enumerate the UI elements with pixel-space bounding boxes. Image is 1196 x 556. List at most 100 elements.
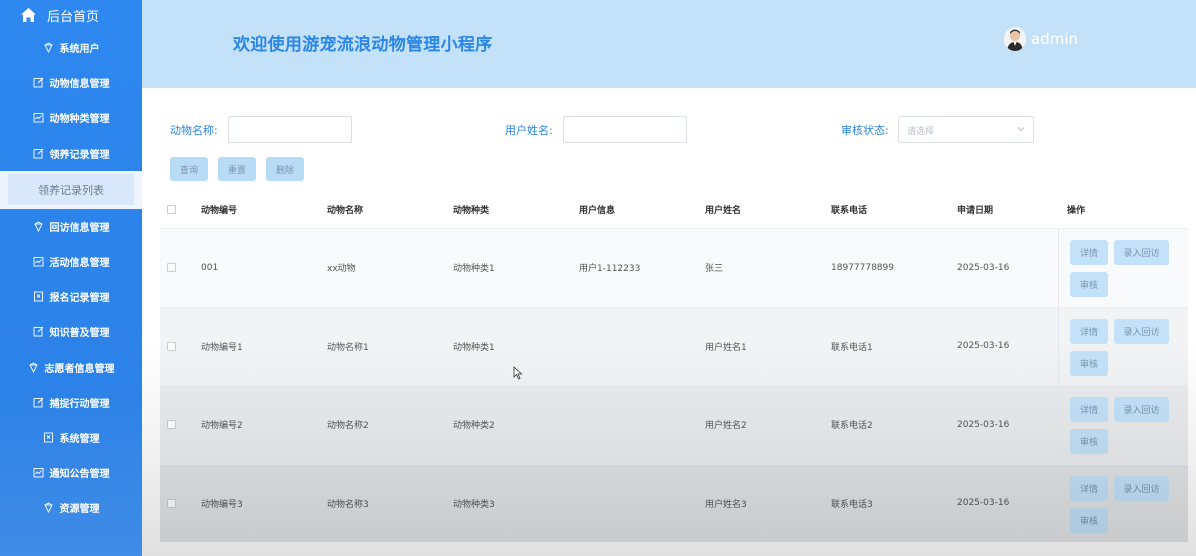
column-header: 申请日期 bbox=[957, 206, 994, 216]
sidebar-item-9[interactable]: 志愿者信息管理 bbox=[0, 350, 142, 385]
user-name-label: 用户姓名: bbox=[505, 124, 553, 137]
sidebar-item-2[interactable]: 动物种类管理 bbox=[0, 100, 142, 135]
table-row[interactable]: 001 xx动物 动物种类1 用户1-112233 张三 18977778899 2025-… bbox=[160, 228, 1188, 307]
column-header: 动物编号 bbox=[201, 206, 238, 216]
sidebar-item-5[interactable]: 回访信息管理 bbox=[0, 209, 142, 244]
row-actions: 详情 录入回访 审核 bbox=[1058, 386, 1188, 464]
sidebar-item-12[interactable]: 通知公告管理 bbox=[0, 455, 142, 490]
delete-button[interactable]: 删除 bbox=[266, 157, 305, 181]
detail-button[interactable]: 详情 bbox=[1070, 397, 1108, 422]
sidebar-item-label: 知识普及管理 bbox=[49, 328, 110, 340]
sidebar-subitem-label: 领养记录列表 bbox=[38, 183, 104, 197]
sidebar-item-label: 活动信息管理 bbox=[49, 258, 110, 270]
table-cell: 2025-03-16 bbox=[957, 419, 1010, 430]
sidebar-item-11[interactable]: 系统管理 bbox=[0, 420, 142, 455]
table-cell: 用户姓名1 bbox=[705, 342, 747, 353]
data-table: 动物编号 动物名称 动物种类 用户信息 用户姓名 联系电话 申请日期 操作 001 xx动物 动物… bbox=[160, 191, 1188, 542]
table-cell: 动物编号3 bbox=[201, 499, 243, 510]
detail-button[interactable]: 详情 bbox=[1070, 475, 1108, 501]
status-select[interactable]: 请选择 bbox=[898, 116, 1034, 143]
sidebar-item-6[interactable]: 活动信息管理 bbox=[0, 244, 142, 279]
table-cell: 2025-03-16 bbox=[957, 498, 1010, 509]
animal-name-input[interactable] bbox=[228, 116, 352, 143]
sidebar-item-label: 动物种类管理 bbox=[49, 114, 110, 126]
table-row[interactable]: 动物编号2 动物名称2 动物种类2 用户姓名2 联系电话2 2025-03-16 详情 录入回… bbox=[160, 385, 1188, 464]
column-header: 操作 bbox=[1067, 206, 1086, 216]
row-checkbox[interactable] bbox=[167, 498, 176, 508]
diamond-icon bbox=[43, 502, 54, 514]
table-cell: 动物种类1 bbox=[453, 342, 495, 353]
audit-button[interactable]: 审核 bbox=[1070, 272, 1108, 297]
user-menu[interactable]: admin bbox=[1004, 27, 1078, 51]
column-header: 动物名称 bbox=[327, 206, 364, 216]
table-cell: 2025-03-16 bbox=[957, 262, 1010, 273]
select-all-checkbox[interactable] bbox=[167, 205, 176, 214]
table-cell: 动物名称3 bbox=[327, 499, 369, 510]
sidebar-item-label: 领养记录管理 bbox=[49, 149, 110, 161]
edit-icon bbox=[33, 397, 44, 408]
row-checkbox[interactable] bbox=[167, 263, 176, 273]
audit-button[interactable]: 审核 bbox=[1070, 507, 1108, 533]
sidebar-item-0[interactable]: 系统用户 bbox=[0, 30, 142, 65]
column-header: 联系电话 bbox=[831, 206, 868, 216]
row-checkbox[interactable] bbox=[167, 420, 176, 430]
table-header: 动物编号 动物名称 动物种类 用户信息 用户姓名 联系电话 申请日期 操作 bbox=[160, 191, 1188, 228]
record-visit-button[interactable]: 录入回访 bbox=[1114, 475, 1169, 501]
sidebar-home[interactable]: 后台首页 bbox=[0, 0, 142, 30]
diamond-icon bbox=[33, 221, 44, 232]
table-cell: 联系电话2 bbox=[831, 421, 873, 432]
sidebar-item-label: 回访信息管理 bbox=[49, 222, 110, 234]
sidebar: 后台首页 系统用户动物信息管理 动物种类管理 领养记录管理领养记录列表回访信息管理活… bbox=[0, 0, 142, 556]
record-visit-button[interactable]: 录入回访 bbox=[1114, 318, 1169, 344]
sidebar-item-10[interactable]: 捕捉行动管理 bbox=[0, 385, 142, 420]
sidebar-home-label: 后台首页 bbox=[47, 9, 100, 25]
record-visit-button[interactable]: 录入回访 bbox=[1114, 397, 1169, 422]
user-name-input[interactable] bbox=[563, 116, 687, 143]
table-cell: 动物名称1 bbox=[327, 342, 369, 353]
table-row[interactable]: 动物编号3 动物名称3 动物种类3 用户姓名3 联系电话3 2025-03-16 详情 录入回… bbox=[160, 463, 1188, 542]
edit-icon bbox=[33, 77, 44, 88]
bookmark-icon bbox=[33, 291, 44, 302]
filter-row: 动物名称: 用户姓名: 审核状态: 请选择 bbox=[142, 116, 1196, 143]
username[interactable]: admin bbox=[1031, 30, 1078, 48]
edit-icon bbox=[33, 148, 44, 159]
home-icon bbox=[21, 8, 36, 22]
table-cell: 用户1-112233 bbox=[579, 264, 641, 275]
sidebar-item-label: 系统用户 bbox=[59, 44, 100, 56]
diamond-icon bbox=[28, 362, 39, 373]
sidebar-subitem-4[interactable]: 领养记录列表 bbox=[8, 174, 134, 206]
sidebar-item-3[interactable]: 领养记录管理 bbox=[0, 136, 142, 171]
sidebar-item-1[interactable]: 动物信息管理 bbox=[0, 65, 142, 100]
record-visit-button[interactable]: 录入回访 bbox=[1114, 240, 1169, 265]
query-button[interactable]: 查询 bbox=[170, 157, 209, 181]
audit-button[interactable]: 审核 bbox=[1070, 350, 1108, 376]
edit-icon bbox=[33, 326, 44, 337]
table-cell: 动物种类2 bbox=[453, 421, 495, 432]
table-cell: 用户姓名2 bbox=[705, 421, 747, 432]
row-checkbox[interactable] bbox=[167, 341, 176, 351]
table-cell: 动物编号2 bbox=[201, 421, 243, 432]
sidebar-item-label: 资源管理 bbox=[59, 504, 100, 516]
table-row[interactable]: 动物编号1 动物名称1 动物种类1 用户姓名1 联系电话1 2025-03-16 详情 录入回… bbox=[160, 306, 1188, 385]
chart-icon bbox=[33, 112, 44, 123]
table-cell: 动物种类3 bbox=[453, 499, 495, 510]
sidebar-item-13[interactable]: 资源管理 bbox=[0, 490, 142, 525]
detail-button[interactable]: 详情 bbox=[1070, 240, 1108, 265]
page-title: 欢迎使用游宠流浪动物管理小程序 bbox=[233, 35, 493, 55]
column-header: 动物种类 bbox=[453, 206, 490, 216]
table-cell: 用户姓名3 bbox=[705, 499, 747, 510]
avatar-image bbox=[1004, 27, 1026, 51]
sidebar-item-label: 动物信息管理 bbox=[49, 79, 110, 91]
sidebar-item-8[interactable]: 知识普及管理 bbox=[0, 314, 142, 349]
table-cell: 动物名称2 bbox=[327, 421, 369, 432]
table-cell: xx动物 bbox=[327, 264, 356, 275]
detail-button[interactable]: 详情 bbox=[1070, 318, 1108, 344]
sidebar-item-7[interactable]: 报名记录管理 bbox=[0, 279, 142, 314]
row-actions: 详情 录入回访 审核 bbox=[1058, 229, 1188, 307]
animal-name-label: 动物名称: bbox=[170, 124, 218, 137]
status-label: 审核状态: bbox=[841, 124, 889, 137]
avatar[interactable] bbox=[1004, 27, 1026, 51]
table-cell: 18977778899 bbox=[831, 262, 894, 273]
reset-button[interactable]: 重置 bbox=[218, 157, 257, 181]
audit-button[interactable]: 审核 bbox=[1070, 429, 1108, 454]
